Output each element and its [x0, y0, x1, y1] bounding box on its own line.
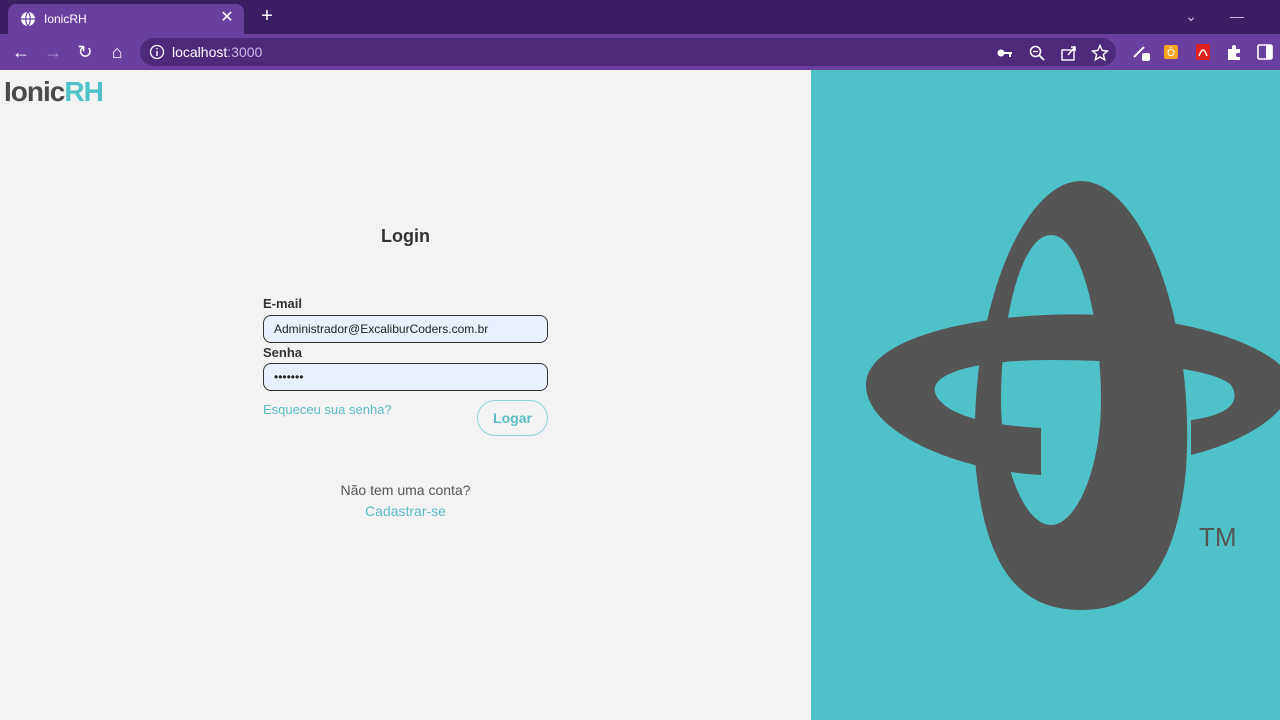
brand-panel: TM: [811, 70, 1280, 720]
home-icon[interactable]: ⌂: [105, 40, 129, 64]
plus-icon[interactable]: +: [256, 5, 278, 27]
signup-link[interactable]: Cadastrar-se: [365, 503, 446, 519]
svg-text:Ǒ: Ǒ: [1167, 46, 1175, 59]
browser-toolbar: ← → ↻ ⌂ localhost:3000 Ǒ: [0, 34, 1280, 70]
password-label: Senha: [263, 345, 303, 360]
email-label: E-mail: [263, 296, 303, 311]
signup-row: Cadastrar-se: [0, 503, 811, 519]
back-icon[interactable]: ←: [9, 40, 33, 64]
logo-ionic: Ionic: [4, 76, 65, 107]
close-icon[interactable]: ✕: [218, 9, 236, 27]
no-account-text: Não tem uma conta?: [340, 482, 471, 498]
forward-icon[interactable]: →: [41, 40, 65, 64]
zoom-icon[interactable]: [1028, 44, 1046, 62]
email-field[interactable]: [263, 315, 548, 343]
browser-tab[interactable]: IonicRH ✕: [8, 4, 244, 34]
globe-icon: [21, 11, 35, 27]
tab-title: IonicRH: [44, 12, 87, 26]
extension-icon[interactable]: Ǒ: [1161, 42, 1181, 62]
star-icon[interactable]: [1091, 44, 1109, 62]
login-panel: IonicRH Login E-mail Senha Esqueceu sua …: [0, 70, 811, 720]
minimize-icon[interactable]: —: [1222, 4, 1252, 28]
trademark-label: TM: [1199, 522, 1237, 552]
reload-icon[interactable]: ↻: [73, 40, 97, 64]
brand-symbol-icon: TM: [866, 181, 1280, 610]
info-icon[interactable]: [149, 44, 165, 60]
url-text: localhost:3000: [172, 44, 262, 60]
tab-strip: IonicRH ✕ + ⌄ —: [0, 0, 1280, 34]
address-bar[interactable]: localhost:3000: [140, 38, 1116, 66]
key-icon[interactable]: [996, 44, 1014, 62]
pen-extension-icon[interactable]: [1131, 42, 1151, 62]
pdf-icon[interactable]: [1193, 42, 1213, 62]
chevron-down-icon[interactable]: ⌄: [1176, 4, 1206, 28]
url-port: :3000: [227, 44, 263, 60]
forgot-password-link[interactable]: Esqueceu sua senha?: [263, 402, 392, 417]
url-host: localhost: [172, 44, 228, 60]
share-icon[interactable]: [1060, 44, 1078, 62]
password-field[interactable]: [263, 363, 548, 391]
login-button[interactable]: Logar: [477, 400, 548, 436]
puzzle-icon[interactable]: [1224, 42, 1244, 62]
sidebar-icon[interactable]: [1255, 42, 1275, 62]
app-logo: IonicRH: [4, 76, 104, 108]
page-title: Login: [381, 226, 430, 246]
logo-rh: RH: [64, 76, 103, 107]
